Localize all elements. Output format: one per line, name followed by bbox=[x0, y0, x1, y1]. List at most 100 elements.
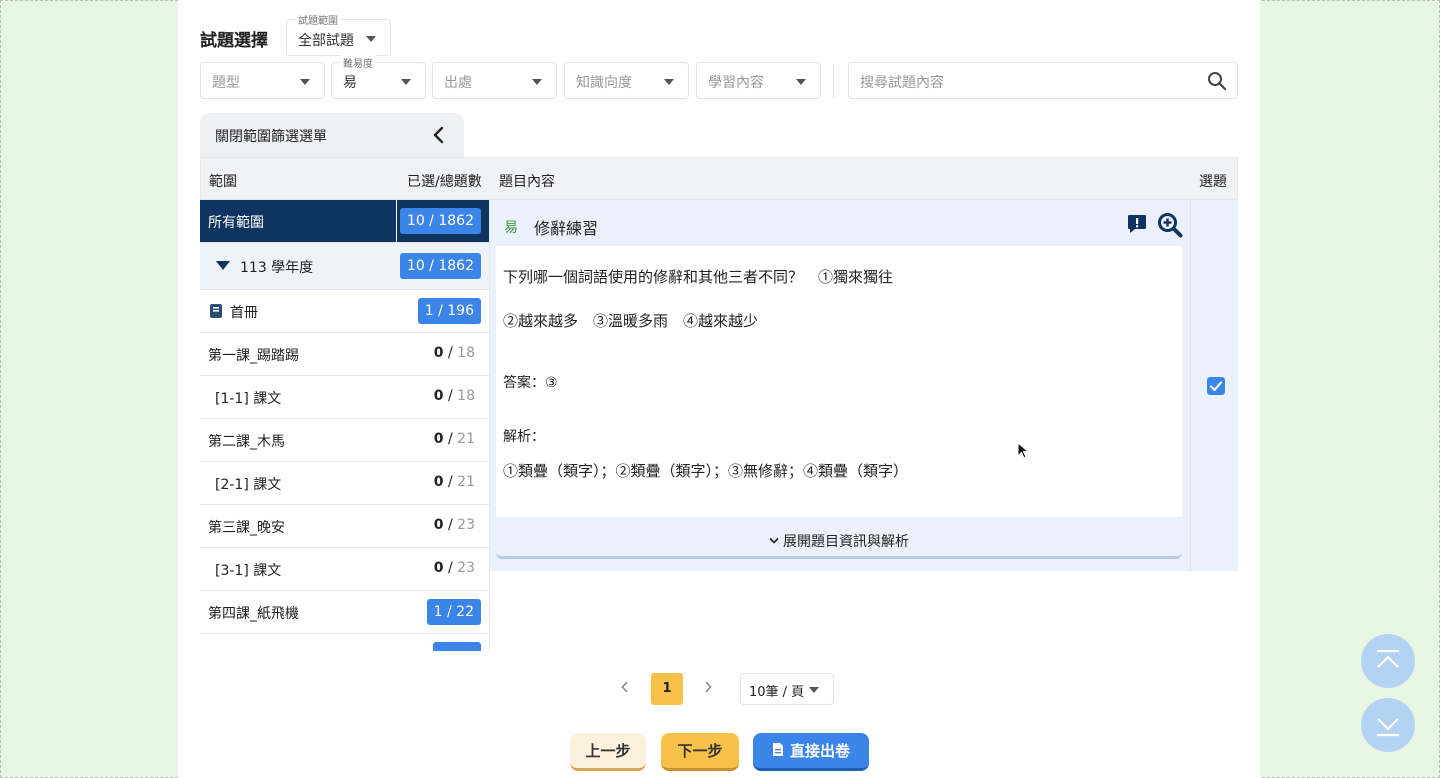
chevron-down-icon bbox=[401, 79, 411, 85]
prev-page-button[interactable] bbox=[609, 673, 641, 705]
scope-row-book[interactable]: 首冊 1 / 196 bbox=[200, 290, 490, 333]
scope-row-name: 第四課_紙飛機 bbox=[208, 606, 299, 622]
book-icon bbox=[210, 304, 222, 318]
question-line-1: 下列哪一個詞語使用的修辭和其他三者不同？ ①獨來獨往 bbox=[503, 268, 894, 286]
question-select-panel: 試題選擇 試題範圍 全部試題 題型 難易度 易 出處 知識向度 學習內容 搜尋試… bbox=[178, 0, 1260, 778]
scope-row-lesson[interactable]: 第三課_晚安 0 / 23 bbox=[200, 505, 490, 548]
question-line-2: ②越來越多 ③溫暖多雨 ④越來越少 bbox=[503, 312, 759, 330]
count-badge: 1 / 22 bbox=[426, 599, 481, 625]
page-size-value: 10筆 / 頁 bbox=[749, 685, 805, 700]
count-text: 0 / 21 bbox=[433, 431, 475, 447]
chevron-left-icon bbox=[621, 681, 628, 693]
knowledge-select-placeholder: 知識向度 bbox=[576, 75, 632, 91]
scope-row-name: 113 學年度 bbox=[240, 260, 314, 276]
document-icon bbox=[772, 743, 783, 756]
chevron-down-icon bbox=[796, 79, 806, 85]
scope-select-label: 試題範圍 bbox=[295, 12, 341, 27]
count-badge: 10 / 1862 bbox=[399, 208, 481, 234]
chevron-left-icon[interactable] bbox=[432, 126, 446, 144]
scroll-to-bottom-icon bbox=[1377, 718, 1399, 737]
chevron-right-icon bbox=[705, 681, 712, 693]
chevron-down-icon bbox=[366, 36, 376, 42]
count-text: 0 / 18 bbox=[433, 388, 475, 404]
scope-row-name: [1-1] 課文 bbox=[215, 391, 282, 407]
scope-row-name: 首冊 bbox=[230, 305, 258, 321]
question-select-checkbox[interactable] bbox=[1207, 377, 1225, 395]
count-text: 0 / 23 bbox=[433, 560, 475, 576]
difficulty-select-label: 難易度 bbox=[340, 55, 376, 70]
page-size-select[interactable]: 10筆 / 頁 bbox=[740, 673, 834, 705]
search-icon[interactable] bbox=[1207, 71, 1227, 91]
question-body: 下列哪一個詞語使用的修辭和其他三者不同？ ①獨來獨往 ②越來越多 ③溫暖多雨 ④… bbox=[496, 246, 1182, 517]
scope-row-name: [2-1] 課文 bbox=[215, 477, 282, 493]
chevron-down-icon bbox=[300, 79, 310, 85]
scope-row-section[interactable]: [1-1] 課文 0 / 18 bbox=[200, 376, 490, 419]
scroll-bottom-button[interactable] bbox=[1361, 698, 1415, 752]
scope-row-lesson[interactable]: 第一課_踢踏踢 0 / 18 bbox=[200, 333, 490, 376]
count-text: 0 / 21 bbox=[433, 474, 475, 490]
analysis-label: 解析： bbox=[503, 429, 545, 445]
scope-row-name: 第二課_木馬 bbox=[208, 434, 285, 450]
next-page-button[interactable] bbox=[692, 673, 724, 705]
scroll-to-top-icon bbox=[1377, 649, 1399, 668]
check-icon bbox=[1209, 381, 1223, 392]
scope-list: 所有範圍 10 / 1862 113 學年度 10 / 1862 首冊 1 / … bbox=[200, 200, 490, 651]
prev-step-button[interactable]: 上一步 bbox=[570, 733, 646, 771]
next-step-button[interactable]: 下一步 bbox=[661, 733, 739, 771]
difficulty-tag: 易 bbox=[504, 220, 518, 236]
chevron-down-icon bbox=[532, 79, 542, 85]
scope-row-year[interactable]: 113 學年度 10 / 1862 bbox=[200, 243, 490, 290]
scope-row-name: 第三課_晚安 bbox=[208, 520, 285, 536]
expand-details-button[interactable]: 展開題目資訊與解析 bbox=[496, 517, 1182, 559]
scope-row-lesson[interactable]: 第四課_紙飛機 1 / 22 bbox=[200, 591, 490, 634]
table-header: 範圍 已選/總題數 題目內容 選題 bbox=[200, 157, 1238, 200]
scope-row-all[interactable]: 所有範圍 10 / 1862 bbox=[200, 200, 490, 243]
page-number-current[interactable]: 1 bbox=[651, 673, 683, 705]
page-title: 試題選擇 bbox=[200, 31, 268, 51]
difficulty-select[interactable]: 難易度 易 bbox=[331, 55, 426, 99]
scope-row-section[interactable]: [3-1] 課文 0 / 23 bbox=[200, 548, 490, 591]
report-icon[interactable] bbox=[1126, 213, 1148, 235]
zoom-in-icon[interactable] bbox=[1157, 212, 1183, 238]
scope-filter-toggle[interactable]: 關閉範圍篩選選單 bbox=[200, 113, 464, 157]
analysis-text: ①類疊（類字）；②類疊（類字）；③無修辭；④類疊（類字） bbox=[503, 462, 909, 480]
scroll-top-button[interactable] bbox=[1361, 634, 1415, 688]
type-select-placeholder: 題型 bbox=[212, 75, 240, 91]
learning-select[interactable]: 學習內容 bbox=[696, 62, 821, 99]
knowledge-select[interactable]: 知識向度 bbox=[564, 62, 689, 99]
source-select[interactable]: 出處 bbox=[432, 62, 557, 99]
source-select-placeholder: 出處 bbox=[444, 75, 472, 91]
expand-details-label: 展開題目資訊與解析 bbox=[496, 531, 1182, 551]
direct-export-button[interactable]: 直接出卷 bbox=[753, 733, 869, 771]
learning-select-placeholder: 學習內容 bbox=[708, 75, 764, 91]
type-select[interactable]: 題型 bbox=[200, 62, 325, 99]
scope-row-name: [3-1] 課文 bbox=[215, 563, 282, 579]
count-badge bbox=[433, 642, 481, 651]
scope-row-name: 所有範圍 bbox=[208, 215, 264, 231]
scope-select[interactable]: 試題範圍 全部試題 bbox=[286, 12, 391, 56]
scope-row-name: 第一課_踢踏踢 bbox=[208, 348, 299, 364]
caret-down-icon[interactable] bbox=[216, 261, 230, 271]
count-badge: 10 / 1862 bbox=[399, 253, 481, 279]
pick-column bbox=[1190, 200, 1238, 571]
header-content: 題目內容 bbox=[499, 174, 555, 190]
chevron-down-icon bbox=[769, 537, 779, 544]
chevron-down-icon bbox=[664, 79, 674, 85]
scope-row-section[interactable]: [2-1] 課文 0 / 21 bbox=[200, 462, 490, 505]
count-text: 0 / 18 bbox=[433, 345, 475, 361]
header-count: 已選/總題數 bbox=[407, 174, 482, 190]
question-table: 範圍 已選/總題數 題目內容 選題 所有範圍 10 / 1862 113 學年度… bbox=[200, 157, 1238, 651]
question-item: 易 修辭練習 下列哪一個詞語使用的修辭和其他三者不同？ ①獨來獨往 ②越來越多 … bbox=[490, 200, 1190, 571]
question-title: 修辭練習 bbox=[534, 219, 599, 238]
header-scope: 範圍 bbox=[209, 174, 237, 190]
count-badge: 1 / 196 bbox=[417, 298, 481, 324]
scope-row-lesson[interactable]: 第二課_木馬 0 / 21 bbox=[200, 419, 490, 462]
header-pick: 選題 bbox=[1199, 174, 1227, 190]
scope-filter-toggle-label: 關閉範圍篩選選單 bbox=[215, 129, 327, 145]
mouse-cursor-icon bbox=[1017, 442, 1029, 459]
count-text: 0 / 23 bbox=[433, 517, 475, 533]
search-input[interactable]: 搜尋試題內容 bbox=[848, 62, 1238, 99]
row-divider bbox=[396, 200, 397, 243]
difficulty-select-value: 易 bbox=[343, 75, 357, 91]
scope-row-partial bbox=[200, 634, 490, 651]
